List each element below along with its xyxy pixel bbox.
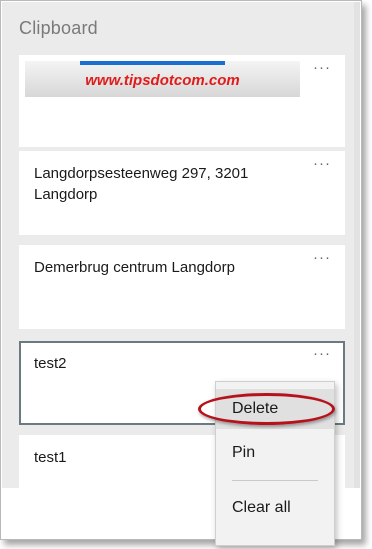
more-options-icon[interactable]: ··· <box>313 346 331 361</box>
banner-bar <box>80 61 225 65</box>
banner-text: www.tipsdotcom.com <box>85 72 240 89</box>
scrollbar[interactable] <box>354 2 360 488</box>
clipboard-item[interactable]: Langdorpsesteenweg 297, 3201 Langdorp ··… <box>19 151 345 235</box>
clipboard-item-image[interactable]: www.tipsdotcom.com ··· <box>19 55 345 147</box>
panel-title: Clipboard <box>19 18 98 38</box>
menu-separator <box>232 480 318 481</box>
image-thumbnail: www.tipsdotcom.com <box>25 61 300 97</box>
more-options-icon[interactable]: ··· <box>313 250 331 265</box>
menu-item-clear-all[interactable]: Clear all <box>216 488 334 528</box>
item-text: Demerbrug centrum Langdorp <box>34 259 235 276</box>
more-options-icon[interactable]: ··· <box>313 156 331 171</box>
clipboard-window: Clipboard www.tipsdotcom.com ··· Langdor… <box>0 0 362 546</box>
item-text: test2 <box>34 355 67 372</box>
more-options-icon[interactable]: ··· <box>313 60 331 75</box>
clipboard-item[interactable]: Demerbrug centrum Langdorp ··· <box>19 245 345 329</box>
item-text: Langdorpsesteenweg 297, 3201 Langdorp <box>34 165 249 203</box>
annotation-ring <box>198 393 335 425</box>
menu-item-pin[interactable]: Pin <box>216 433 334 473</box>
